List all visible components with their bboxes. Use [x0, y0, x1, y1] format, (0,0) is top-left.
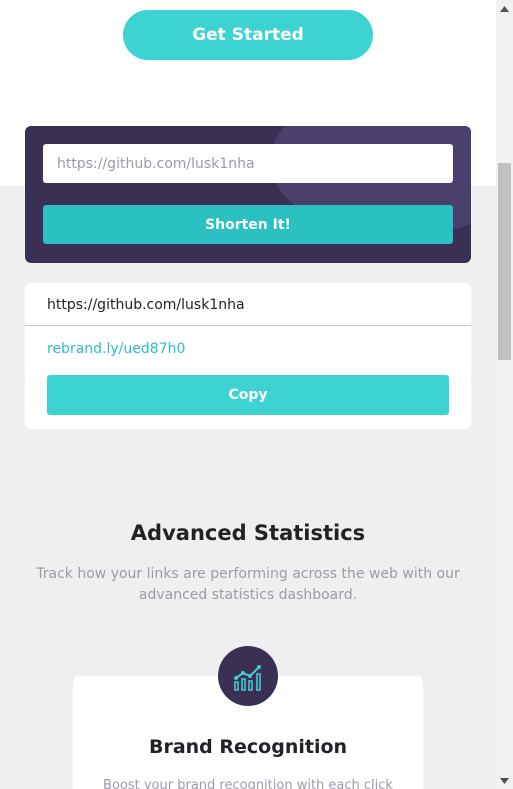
short-url-link[interactable]: rebrand.ly/ued87h0 [47, 341, 185, 357]
get-started-button[interactable]: Get Started [123, 10, 373, 60]
url-input[interactable]: https://github.com/lusk1nha [43, 144, 453, 183]
scrollbar[interactable] [496, 0, 513, 789]
feature-description: Boost your brand recognition with each c… [103, 778, 393, 789]
section-title: Advanced Statistics [130, 521, 366, 545]
shorten-form: https://github.com/lusk1nha Shorten It! [25, 126, 471, 263]
page: Get Started https://github.com/lusk1nha … [0, 0, 496, 789]
brand-recognition-chart-icon [218, 646, 278, 706]
scroll-down-arrow-icon[interactable] [496, 772, 513, 789]
feature-title: Brand Recognition [148, 736, 348, 758]
section-description: Track how your links are performing acro… [36, 566, 460, 603]
scroll-up-arrow-icon[interactable] [496, 0, 513, 17]
original-url: https://github.com/lusk1nha [47, 297, 245, 313]
result-card: https://github.com/lusk1nha rebrand.ly/u… [25, 283, 471, 429]
scrollbar-thumb[interactable] [498, 163, 511, 360]
divider [25, 325, 471, 326]
shorten-button[interactable]: Shorten It! [43, 205, 453, 244]
copy-button[interactable]: Copy [47, 375, 449, 415]
